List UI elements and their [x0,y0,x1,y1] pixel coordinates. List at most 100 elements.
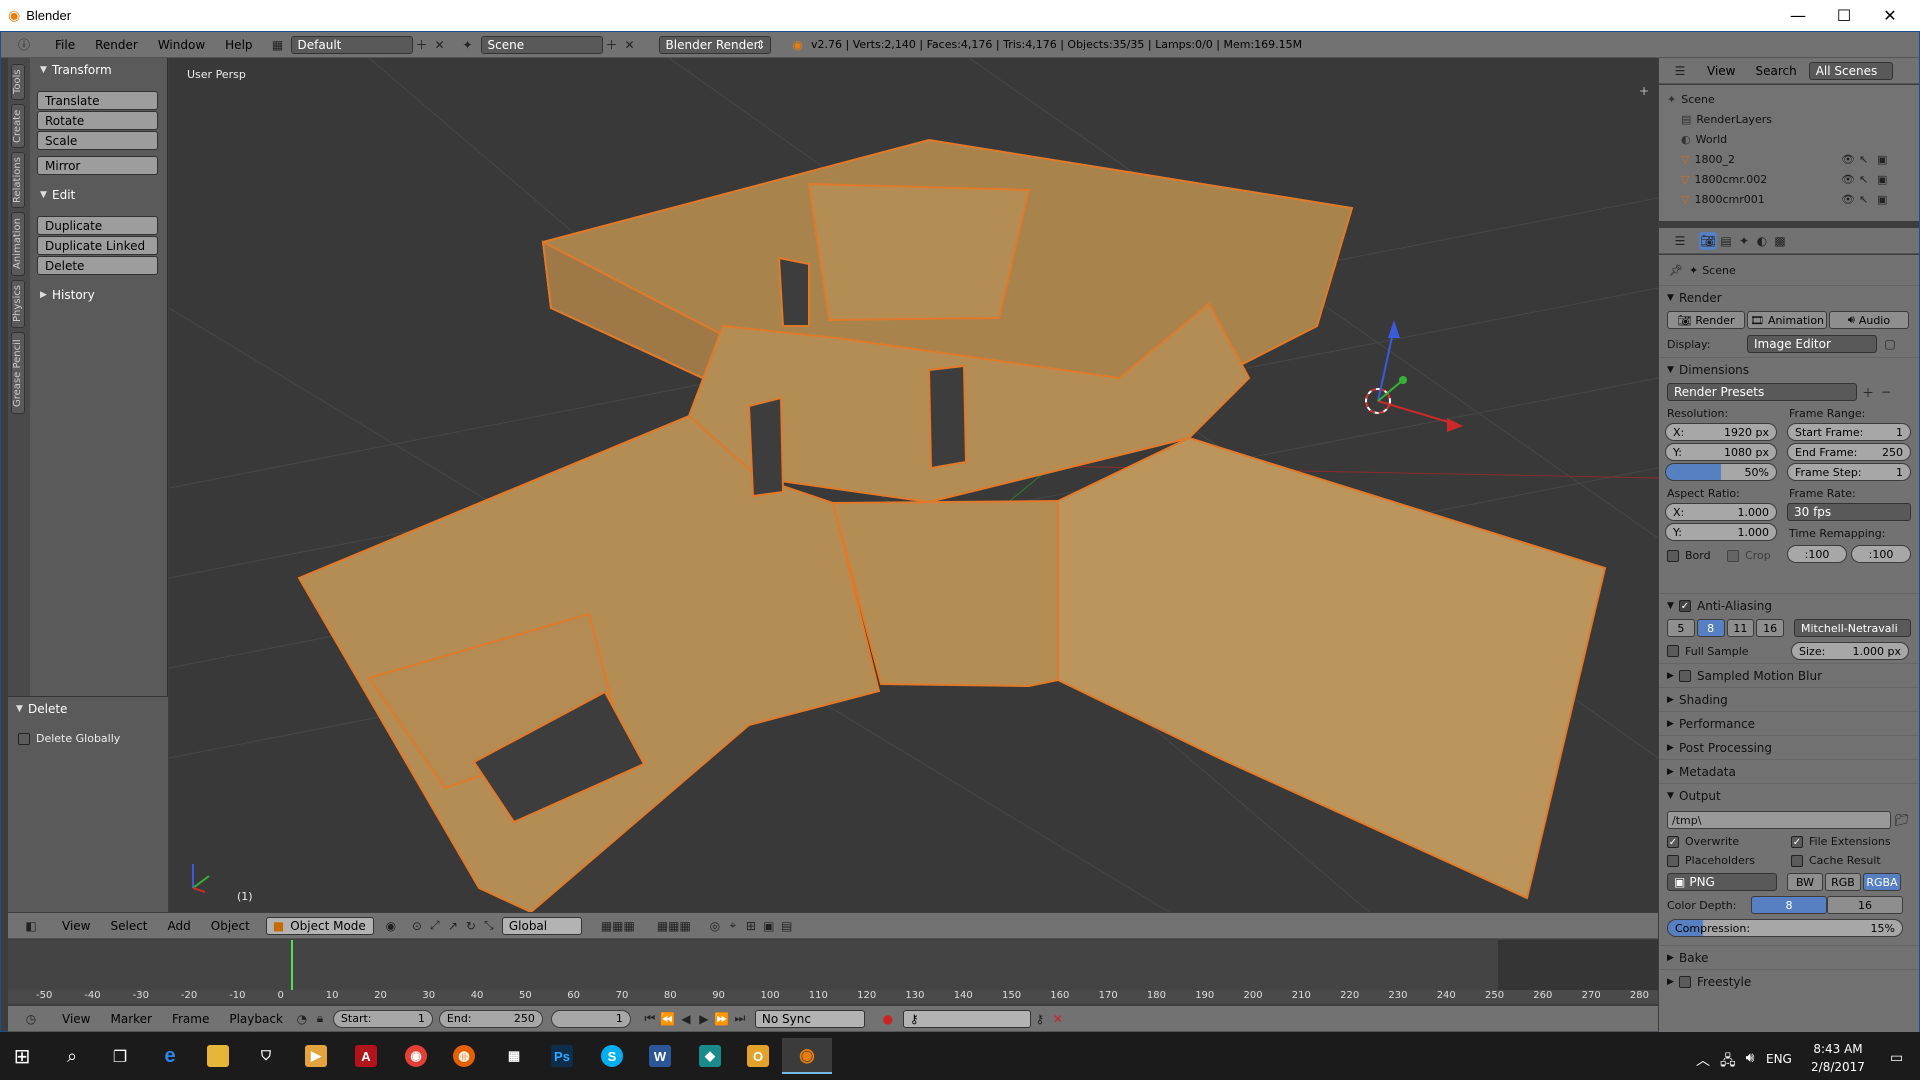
layer-buttons2-icon[interactable]: ▦▦▦ [648,917,700,935]
keying-set-field[interactable]: ⚷ [902,1009,1031,1028]
rotate-button[interactable]: Rotate [37,111,158,130]
taskbar-calculator[interactable]: ▦ [494,1038,534,1074]
aspect-x-field[interactable]: X: 1.000 [1665,503,1777,521]
cache-result-checkbox[interactable] [1791,854,1803,867]
taskbar-blender[interactable]: ◉ [782,1038,832,1074]
outliner-row[interactable]: ▽ 1800cmr.002 👁︎ ↖ ▣ [1659,169,1899,189]
taskbar-app[interactable]: ◆ [690,1038,730,1074]
menu-file[interactable]: File [45,38,85,52]
outliner-row[interactable]: ◐ World [1659,129,1899,149]
menu-object[interactable]: Object [201,919,260,933]
start-frame-prop[interactable]: Start Frame: 1 [1787,423,1911,441]
timeline-editor-icon[interactable]: ◷ [22,1010,40,1028]
pin-icon[interactable]: 📌︎ [1669,264,1683,277]
pivot-icon[interactable]: ⊙ [408,917,426,935]
proportional-edit-icon[interactable]: ◎ [706,917,724,935]
outliner-menu-view[interactable]: View [1697,64,1745,78]
scene-dropdown[interactable]: Scene [480,35,603,54]
output-panel-header[interactable]: ▼ Output [1659,783,1919,807]
tab-grease-pencil[interactable]: Grease Pencil [11,332,25,414]
outliner-filter-dropdown[interactable]: All Scenes [1808,61,1893,80]
eye-icon[interactable]: 👁︎ [1841,193,1855,206]
task-view-button[interactable]: ❐ [100,1038,140,1074]
cursor-icon[interactable]: ↖ [1859,193,1868,206]
menu-window[interactable]: Window [148,38,215,52]
metadata-panel-header[interactable]: ▶ Metadata [1659,759,1919,783]
current-frame-field[interactable]: 1 [550,1009,631,1028]
tray-chevron-icon[interactable]: ︿ [1696,1050,1710,1074]
tab-create[interactable]: Create [11,104,25,148]
border-option[interactable]: Bord [1667,549,1711,562]
editor-type-icon[interactable]: ◧ [22,917,40,935]
outliner-menu-search[interactable]: Search [1745,64,1806,78]
taskbar-word[interactable]: W [640,1038,680,1074]
overwrite-checkbox[interactable]: ✓ [1667,835,1679,848]
render-preview-icon[interactable]: ▣ [760,917,778,935]
frame-rate-dropdown[interactable]: 30 fps [1787,503,1911,521]
aspect-y-field[interactable]: Y: 1.000 [1665,523,1777,541]
mirror-button[interactable]: Mirror [37,156,158,175]
aa-sample-16[interactable]: 16 [1756,619,1784,637]
language-indicator[interactable]: ENG [1766,1052,1792,1066]
freestyle-checkbox[interactable] [1679,975,1691,988]
render-button[interactable]: 📷︎ Render [1667,311,1745,329]
file-format-dropdown[interactable]: ▣ PNG [1667,873,1777,891]
render-panel-header[interactable]: ▼ Render [1659,285,1919,309]
outliner-editor-icon[interactable]: ☰ [1671,62,1689,80]
outliner-row[interactable]: ▤ RenderLayers [1659,109,1899,129]
tab-animation[interactable]: Animation [11,212,25,276]
screen-layout-icon[interactable]: ▦ [269,36,287,54]
jump-start-icon[interactable]: ⏮ [641,1010,659,1028]
remove-layout-icon[interactable]: ✕ [431,36,449,54]
transform-panel-header[interactable]: ▼ Transform [40,61,112,79]
outliner-row[interactable]: ▽ 1800cmr001 👁︎ ↖ ▣ [1659,189,1899,209]
cursor-icon[interactable]: ↖ [1859,173,1868,186]
taskbar-explorer[interactable] [198,1038,238,1074]
end-frame-prop[interactable]: End Frame: 250 [1787,443,1911,461]
close-button[interactable]: ✕ [1867,0,1913,31]
display-lock-icon[interactable]: ▢ [1881,335,1899,353]
world-context-icon[interactable]: ◐ [1753,232,1771,250]
scale-button[interactable]: Scale [37,131,158,150]
taskbar-store[interactable]: ⛉ [246,1038,286,1074]
file-extensions-checkbox[interactable]: ✓ [1791,835,1803,848]
timeline-menu-playback[interactable]: Playback [219,1012,293,1026]
delete-button[interactable]: Delete [37,256,158,275]
taskbar-outlook[interactable]: O [738,1038,778,1074]
frame-step-prop[interactable]: Frame Step: 1 [1787,463,1911,481]
compression-slider[interactable]: Compression: 15% [1667,919,1903,937]
menu-view[interactable]: View [52,919,100,933]
timeline-menu-marker[interactable]: Marker [100,1012,161,1026]
taskbar-firefox[interactable]: ◍ [444,1038,484,1074]
layer-buttons-icon[interactable]: ▦▦▦ [592,917,644,935]
add-preset-icon[interactable]: ＋ [1859,383,1877,401]
volume-icon[interactable]: 🔊︎ [1746,1050,1755,1074]
channel-rgba-button[interactable]: RGBA [1863,873,1901,891]
aa-sample-11[interactable]: 11 [1726,619,1755,637]
timeline-menu-frame[interactable]: Frame [162,1012,219,1026]
clock-time[interactable]: 8:43 AM [1808,1042,1868,1056]
transform-manipulator[interactable] [1377,320,1463,432]
full-sample-checkbox[interactable] [1667,645,1679,657]
res-percentage-slider[interactable]: 50% [1665,463,1777,481]
viewport-plus-icon[interactable]: + [1639,84,1649,98]
freestyle-panel-header[interactable]: ▶ Freestyle [1659,969,1919,993]
scale-manip-icon[interactable]: ⤡ [480,917,498,935]
timeline[interactable]: -50 -40 -30 -20 -10 0 10 20 30 40 50 60 70 80 90 100 110… [8,940,1658,1010]
operator-panel-header[interactable]: ▼ Delete [16,700,67,718]
channel-bw-button[interactable]: BW [1787,873,1823,891]
preview-range-icon[interactable]: ◔ [293,1010,311,1028]
taskbar-edge[interactable]: e [150,1038,190,1074]
rotate-manip-icon[interactable]: ↻ [462,917,480,935]
motion-blur-panel-header[interactable]: ▶ Sampled Motion Blur [1659,663,1919,687]
camera-icon[interactable]: ▣ [1877,153,1887,166]
history-panel-header[interactable]: ▶ History [40,286,95,304]
color-depth-8-button[interactable]: 8 [1751,896,1827,914]
camera-icon[interactable]: ▣ [1877,193,1887,206]
aa-size-field[interactable]: Size: 1.000 px [1791,642,1909,660]
placeholders-option[interactable]: Placeholders [1667,854,1791,867]
record-icon[interactable]: ● [879,1010,897,1028]
overwrite-option[interactable]: ✓ Overwrite [1667,835,1791,848]
object-context-icon[interactable]: ▩ [1771,232,1789,250]
render-engine-dropdown[interactable]: Blender Render ⇕ [658,35,771,54]
